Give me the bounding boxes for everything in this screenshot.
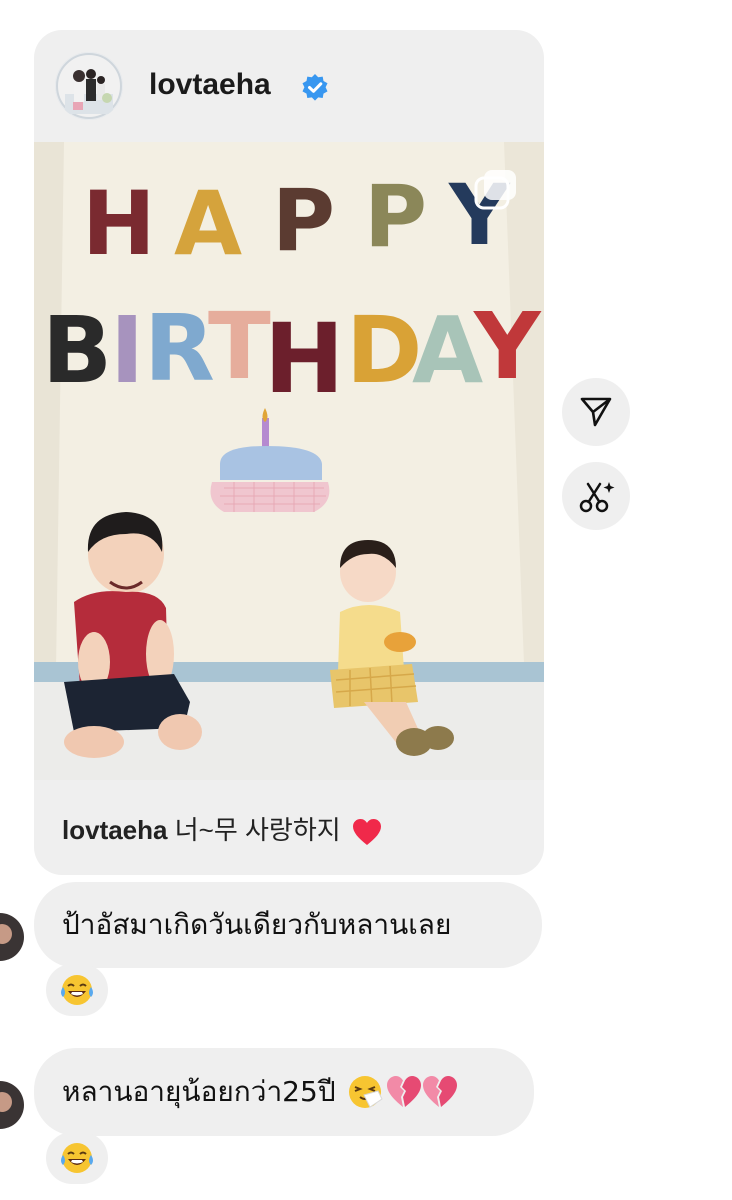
post-header[interactable]: lovtaeha — [34, 30, 544, 142]
sender-avatar[interactable] — [0, 912, 26, 962]
message-text: ป้าอัสมาเกิดวันเดียวกับหลานเลย — [62, 908, 452, 941]
verified-badge-icon — [302, 74, 328, 101]
svg-text:D: D — [346, 297, 422, 404]
message-reaction[interactable] — [46, 1132, 108, 1184]
svg-text:Y: Y — [473, 293, 542, 400]
post-photo[interactable]: H A P P Y B I R T H D A Y — [34, 142, 544, 780]
broken-heart-icon — [422, 1076, 457, 1107]
paper-plane-icon — [580, 397, 612, 427]
remix-button[interactable] — [562, 462, 630, 530]
message-bubble[interactable]: หลานอายุน้อยกว่า25ปี — [34, 1048, 534, 1136]
svg-text:P: P — [272, 171, 335, 271]
caption-text: 너~무 사랑하지 — [174, 815, 341, 845]
post-caption: lovtaeha 너~무 사랑하지 — [62, 810, 382, 847]
red-heart-icon — [352, 819, 381, 846]
face-with-tears-of-joy-icon — [61, 1143, 93, 1173]
broken-heart-icon — [386, 1076, 421, 1107]
message-bubble[interactable]: ป้าอัสมาเกิดวันเดียวกับหลานเลย — [34, 882, 542, 968]
svg-text:A: A — [412, 297, 483, 404]
message-reaction[interactable] — [46, 964, 108, 1016]
shared-post-card[interactable]: lovtaeha H A P P Y B I R T H D A Y lovta… — [34, 30, 544, 875]
svg-text:H: H — [264, 303, 344, 415]
svg-text:R: R — [144, 295, 215, 402]
scissors-sparkle-icon — [579, 482, 615, 513]
face-with-tears-of-joy-icon — [61, 975, 93, 1005]
svg-text:I: I — [110, 297, 144, 404]
post-author-avatar[interactable] — [55, 52, 123, 120]
share-button[interactable] — [562, 378, 630, 446]
svg-text:H: H — [82, 172, 156, 275]
svg-text:A: A — [174, 172, 242, 275]
post-author-username[interactable]: lovtaeha — [149, 68, 271, 102]
svg-text:T: T — [208, 293, 271, 400]
sender-avatar[interactable] — [0, 1080, 26, 1130]
svg-text:B: B — [42, 297, 112, 404]
sneezing-face-icon — [348, 1076, 383, 1108]
svg-text:P: P — [364, 167, 427, 267]
message-text: หลานอายุน้อยกว่า25ปี — [62, 1075, 336, 1108]
caption-username[interactable]: lovtaeha — [62, 815, 168, 845]
